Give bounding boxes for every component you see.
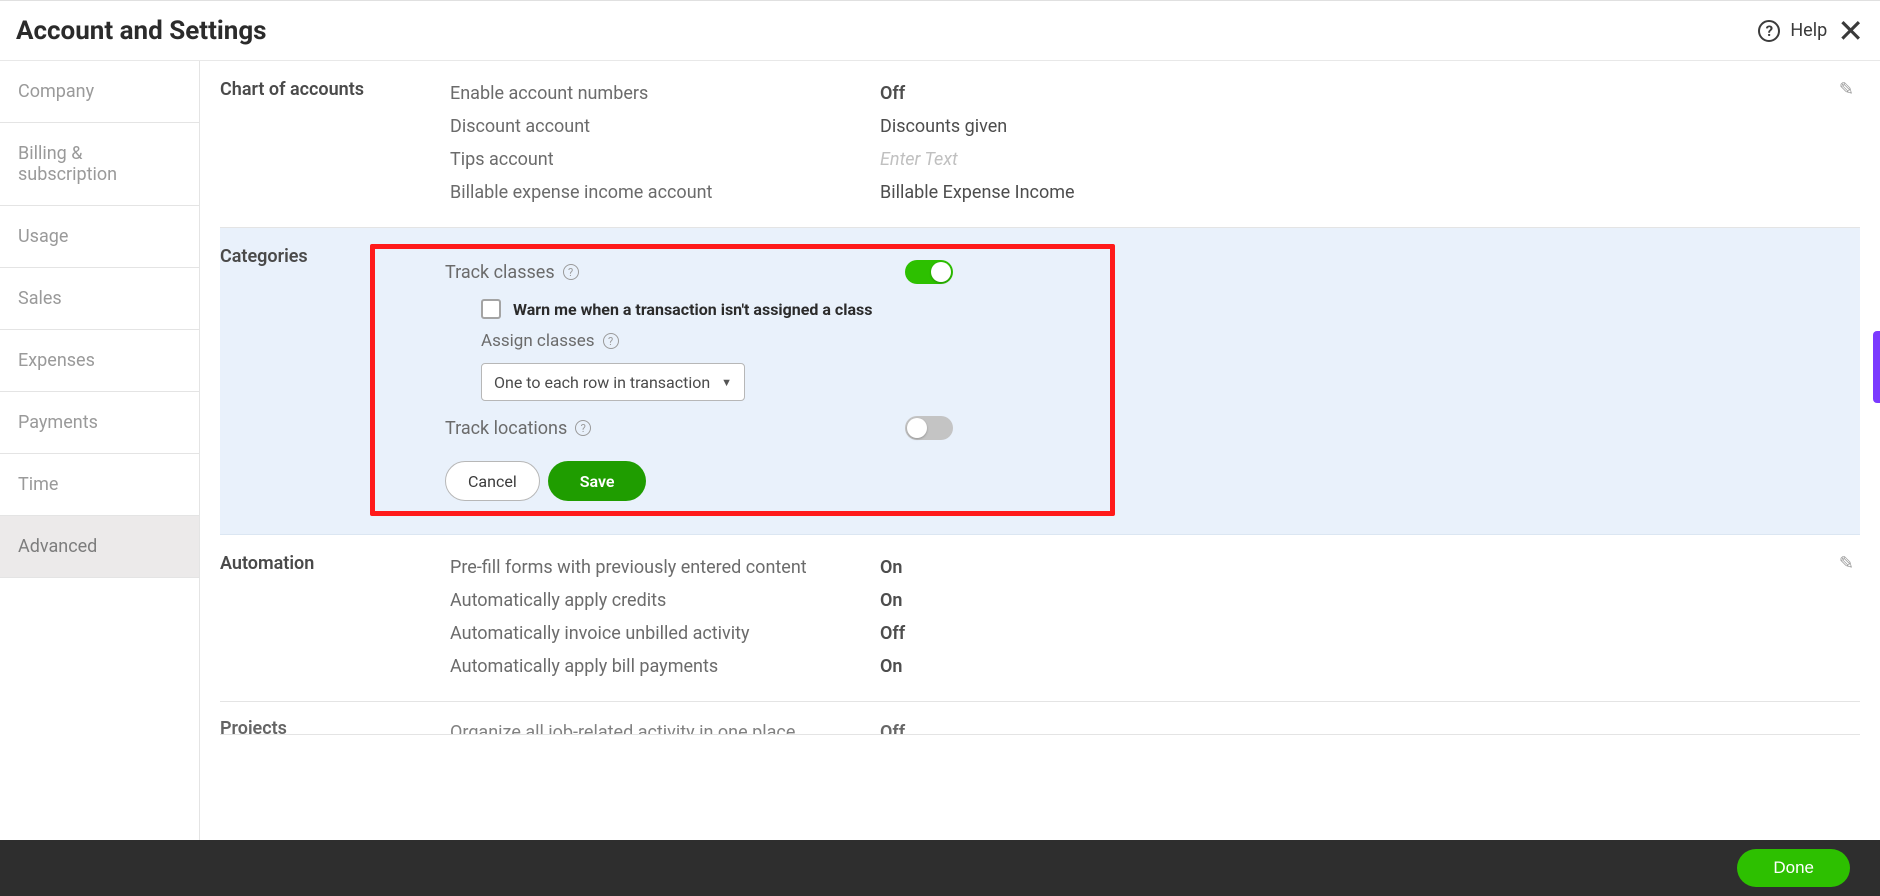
section-title: Projects	[220, 716, 450, 718]
sidebar-item-expenses[interactable]: Expenses	[0, 330, 199, 392]
row-value: On	[880, 590, 902, 611]
track-classes-toggle[interactable]	[905, 260, 953, 284]
sidebar-item-company[interactable]: Company	[0, 61, 199, 123]
select-value: One to each row in transaction	[494, 373, 710, 392]
footer-bar: Done	[0, 840, 1880, 896]
table-row: Pre-fill forms with previously entered c…	[450, 551, 1860, 584]
sidebar-item-usage[interactable]: Usage	[0, 206, 199, 268]
row-label: Pre-fill forms with previously entered c…	[450, 557, 880, 578]
section-automation: Automation Pre-fill forms with previousl…	[220, 535, 1860, 702]
sidebar-item-advanced[interactable]: Advanced	[0, 516, 199, 578]
row-label: Organize all job-related activity in one…	[450, 722, 880, 735]
section-title: Chart of accounts	[220, 77, 450, 209]
highlight-box: Track classes ? Warn me when a transacti…	[370, 244, 1115, 516]
assign-classes-label: Assign classes	[481, 331, 595, 351]
scrollbar-accent[interactable]	[1873, 331, 1880, 403]
row-value: Off	[880, 722, 905, 735]
table-row: Enable account numbers Off	[450, 77, 1860, 110]
sidebar-item-time[interactable]: Time	[0, 454, 199, 516]
topbar: Account and Settings ? Help ✕	[0, 0, 1880, 60]
warn-checkbox[interactable]	[481, 299, 501, 319]
warn-checkbox-label: Warn me when a transaction isn't assigne…	[513, 300, 873, 319]
help-icon[interactable]: ?	[1758, 20, 1780, 42]
table-row: Organize all job-related activity in one…	[450, 716, 1860, 735]
body: Company Billing & subscription Usage Sal…	[0, 60, 1880, 840]
main-content: Chart of accounts Enable account numbers…	[200, 61, 1880, 840]
row-value: Off	[880, 623, 905, 644]
help-label[interactable]: Help	[1790, 20, 1827, 41]
section-projects: Projects Organize all job-related activi…	[220, 702, 1860, 735]
sidebar-item-payments[interactable]: Payments	[0, 392, 199, 454]
cancel-button[interactable]: Cancel	[445, 461, 540, 501]
sidebar-item-billing[interactable]: Billing & subscription	[0, 123, 199, 206]
row-value: On	[880, 557, 902, 578]
chevron-down-icon: ▼	[721, 376, 732, 389]
save-button[interactable]: Save	[548, 461, 647, 501]
row-label: Automatically apply credits	[450, 590, 880, 611]
row-label: Automatically apply bill payments	[450, 656, 880, 677]
row-label: Enable account numbers	[450, 83, 880, 104]
close-icon[interactable]: ✕	[1837, 15, 1864, 47]
section-title: Automation	[220, 551, 450, 683]
track-locations-label: Track locations	[445, 418, 567, 439]
edit-icon[interactable]: ✎	[1839, 553, 1854, 574]
row-value-placeholder: Enter Text	[880, 149, 958, 170]
help-tooltip-icon[interactable]: ?	[563, 264, 579, 280]
sidebar-item-sales[interactable]: Sales	[0, 268, 199, 330]
help-tooltip-icon[interactable]: ?	[603, 333, 619, 349]
row-value: Discounts given	[880, 116, 1007, 137]
section-chart-of-accounts: Chart of accounts Enable account numbers…	[220, 61, 1860, 228]
section-categories: Categories Track classes ? Warn me when …	[220, 228, 1860, 535]
row-label: Tips account	[450, 149, 880, 170]
table-row: Automatically invoice unbilled activity …	[450, 617, 1860, 650]
table-row: Discount account Discounts given	[450, 110, 1860, 143]
track-classes-label: Track classes	[445, 262, 555, 283]
row-value: On	[880, 656, 902, 677]
row-value: Billable Expense Income	[880, 182, 1075, 203]
table-row: Automatically apply bill payments On	[450, 650, 1860, 683]
sidebar: Company Billing & subscription Usage Sal…	[0, 61, 200, 840]
assign-classes-select[interactable]: One to each row in transaction ▼	[481, 363, 745, 401]
help-tooltip-icon[interactable]: ?	[575, 420, 591, 436]
table-row: Billable expense income account Billable…	[450, 176, 1860, 209]
edit-icon[interactable]: ✎	[1839, 79, 1854, 100]
table-row: Automatically apply credits On	[450, 584, 1860, 617]
row-value: Off	[880, 83, 905, 104]
page-title: Account and Settings	[16, 16, 267, 46]
track-locations-toggle[interactable]	[905, 416, 953, 440]
row-label: Discount account	[450, 116, 880, 137]
done-button[interactable]: Done	[1737, 849, 1850, 887]
row-label: Billable expense income account	[450, 182, 880, 203]
row-label: Automatically invoice unbilled activity	[450, 623, 880, 644]
table-row: Tips account Enter Text	[450, 143, 1860, 176]
